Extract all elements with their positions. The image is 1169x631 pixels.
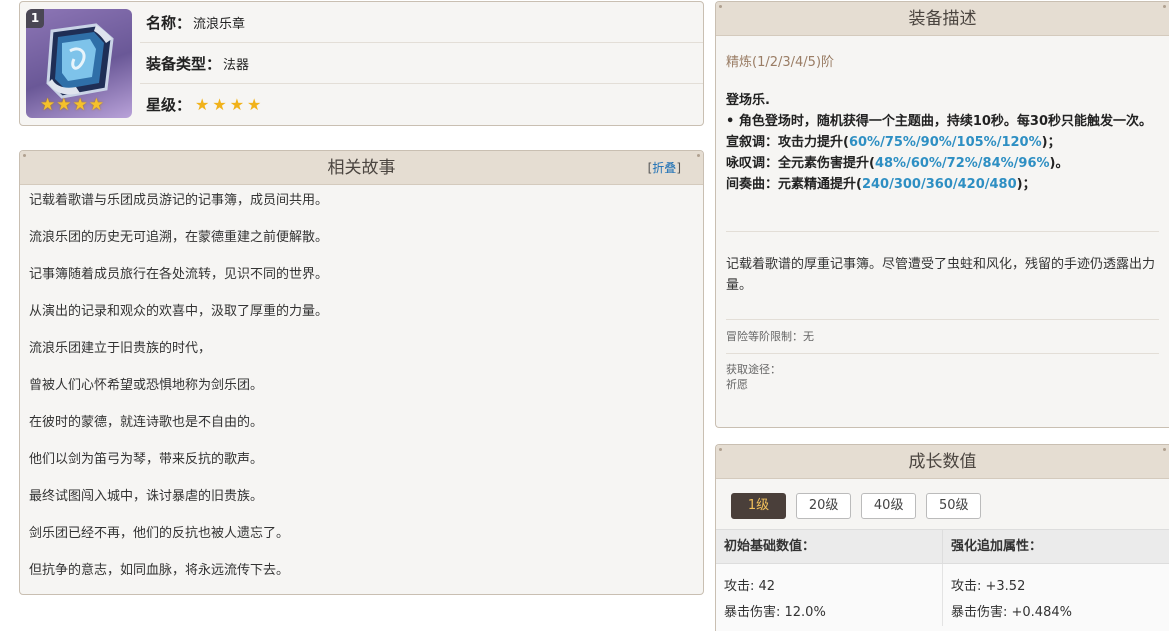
effect-line: • 角色登场时，随机获得一个主题曲，持续10秒。每30秒只能触发一次。	[726, 114, 1153, 129]
interlude-values: 240/300/360/420/480	[861, 177, 1017, 192]
story-line: 在彼时的蒙德，就连诗歌也是不自由的。	[29, 415, 264, 430]
aria-line: 咏叹调：全元素伤害提升(48%/60%/72%/84%/96%)。	[726, 153, 1159, 174]
growth-header: 成长数值	[716, 445, 1169, 479]
story-line: 曾被人们心怀希望或恐惧地称为剑乐团。	[29, 378, 264, 393]
recitative-label: 宣叙调：攻击力提升(	[726, 135, 849, 150]
base-attack: 攻击: 42	[724, 579, 776, 594]
stat-table-header: 初始基础数值： 强化追加属性：	[716, 529, 1169, 564]
star-rating: ★★★★	[195, 95, 265, 114]
story-line: 从演出的记录和观众的欢喜中，汲取了厚重的力量。	[29, 304, 329, 319]
collapse-toggle: [折叠]	[648, 151, 681, 185]
aria-end: )。	[1049, 156, 1069, 171]
level-button-1[interactable]: 1级	[731, 493, 786, 519]
description-panel: 装备描述 精炼(1/2/3/4/5)阶 登场乐. • 角色登场时，随机获得一个主…	[715, 1, 1169, 428]
name-label: 名称：	[146, 13, 192, 32]
story-line: 剑乐团已经不再，他们的反抗也被人遗忘了。	[29, 526, 290, 541]
item-icon: 1 ★★★★	[26, 9, 132, 118]
divider	[726, 231, 1159, 232]
info-rows: 名称： 流浪乐章 装备类型： 法器 星级： ★★★★	[140, 2, 703, 125]
item-info-panel: 1 ★★★★ 名称： 流浪乐章 装备类型： 法器 星级： ★★★★	[19, 1, 704, 126]
growth-title: 成长数值	[908, 452, 977, 472]
interlude-line: 间奏曲：元素精通提升(240/300/360/420/480)；	[726, 174, 1159, 195]
base-crit-damage: 暴击伤害: 12.0%	[724, 605, 826, 620]
icon-stars: ★★★★	[40, 95, 105, 115]
aria-label: 咏叹调：全元素伤害提升(	[726, 156, 875, 171]
recitative-line: 宣叙调：攻击力提升(60%/75%/90%/105%/120%)；	[726, 132, 1159, 153]
interlude-end: )；	[1016, 177, 1036, 192]
story-line: 流浪乐团的历史无可追溯，在蒙德重建之前便解散。	[29, 230, 329, 245]
effect-title: 登场乐.	[726, 93, 770, 108]
name-value: 流浪乐章	[193, 16, 246, 32]
story-panel: 相关故事 [折叠] 记载着歌谱与乐团成员游记的记事簿，成员间共用。 流浪乐团的历…	[19, 150, 704, 595]
rarity-row: 星级： ★★★★	[140, 84, 703, 125]
story-line: 他们以剑为笛弓为琴，带来反抗的歌声。	[29, 452, 264, 467]
recitative-end: )；	[1041, 135, 1061, 150]
description-body: 精炼(1/2/3/4/5)阶 登场乐. • 角色登场时，随机获得一个主题曲，持续…	[716, 36, 1169, 392]
growth-panel: 成长数值 1级 20级 40级 50级 初始基础数值： 强化追加属性： 攻击: …	[715, 444, 1169, 631]
rarity-label: 星级：	[146, 96, 192, 114]
recitative-values: 60%/75%/90%/105%/120%	[848, 135, 1042, 150]
level-button-40[interactable]: 40级	[861, 493, 917, 519]
refinement-levels: 精炼(1/2/3/4/5)阶	[726, 55, 835, 70]
bonus-stats-header: 强化追加属性：	[942, 530, 1169, 563]
story-header: 相关故事 [折叠]	[20, 151, 703, 185]
interlude-label: 间奏曲：元素精通提升(	[726, 177, 862, 192]
bonus-crit-damage: 暴击伤害: +0.484%	[951, 605, 1072, 620]
base-stats-header: 初始基础数值：	[724, 539, 816, 554]
collapse-link[interactable]: 折叠	[652, 161, 676, 175]
description-header: 装备描述	[716, 2, 1169, 36]
story-line: 但抗争的意志，如同血脉，将永远流传下去。	[29, 563, 290, 578]
songbook-icon	[46, 23, 114, 99]
passive-effect: 登场乐. • 角色登场时，随机获得一个主题曲，持续10秒。每30秒只能触发一次。…	[726, 90, 1159, 195]
type-label: 装备类型：	[146, 54, 222, 73]
source-label: 获取途径：	[726, 363, 781, 376]
acquisition: 获取途径： 祈愿	[726, 354, 1159, 392]
stat-table-body: 攻击: 42 暴击伤害: 12.0% 攻击: +3.52 暴击伤害: +0.48…	[716, 564, 1169, 626]
lore-text: 记载着歌谱的厚重记事簿。尽管遭受了虫蛀和风化，残留的手迹仍透露出力量。	[726, 257, 1156, 293]
adventure-rank-limit: 冒险等阶限制：无	[726, 330, 814, 343]
description-title: 装备描述	[908, 9, 977, 29]
story-line: 最终试图闯入城中，诛讨暴虐的旧贵族。	[29, 489, 264, 504]
story-line: 记事簿随着成员旅行在各处流转，见识不同的世界。	[29, 267, 329, 282]
type-row: 装备类型： 法器	[140, 43, 703, 84]
bonus-stats-column: 攻击: +3.52 暴击伤害: +0.484%	[942, 564, 1169, 626]
story-title: 相关故事	[327, 158, 396, 178]
level-button-20[interactable]: 20级	[796, 493, 852, 519]
level-selector: 1级 20级 40级 50级	[716, 479, 1169, 529]
base-stats-column: 攻击: 42 暴击伤害: 12.0%	[716, 564, 942, 626]
story-line: 记载着歌谱与乐团成员游记的记事簿，成员间共用。	[29, 193, 329, 208]
name-row: 名称： 流浪乐章	[140, 2, 703, 43]
source-value: 祈愿	[726, 378, 748, 391]
story-body: 记载着歌谱与乐团成员游记的记事簿，成员间共用。 流浪乐团的历史无可追溯，在蒙德重…	[20, 185, 703, 580]
aria-values: 48%/60%/72%/84%/96%	[874, 156, 1050, 171]
story-line: 流浪乐团建立于旧贵族的时代，	[29, 341, 212, 356]
bonus-attack: 攻击: +3.52	[951, 579, 1026, 594]
type-value: 法器	[223, 57, 250, 73]
level-button-50[interactable]: 50级	[926, 493, 982, 519]
toggle-bracket-close: ]	[676, 161, 681, 175]
